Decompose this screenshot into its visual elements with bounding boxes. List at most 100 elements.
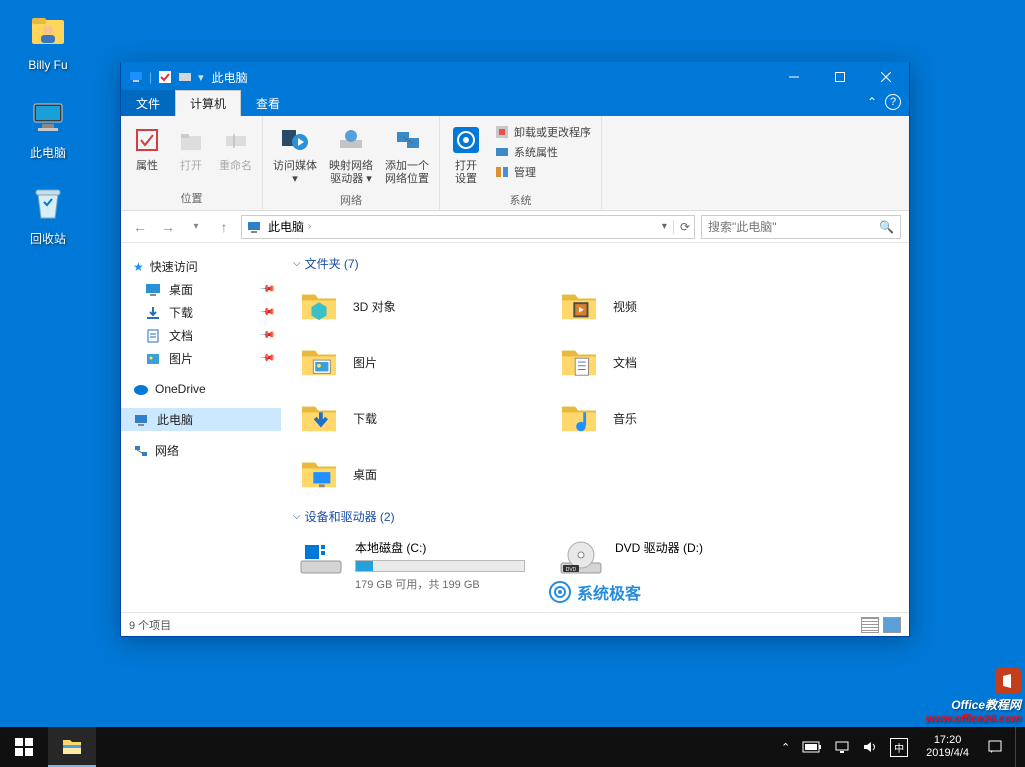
folders-header[interactable]: ⌵文件夹 (7) bbox=[293, 249, 897, 278]
qa-divider: | bbox=[149, 70, 152, 84]
ribbon-add-location[interactable]: 添加一个 网络位置 bbox=[379, 120, 435, 190]
tray-up-icon[interactable]: ⌃ bbox=[781, 741, 790, 754]
folder-videos[interactable]: 视频 bbox=[553, 282, 813, 330]
svg-text:DVD: DVD bbox=[566, 567, 577, 573]
back-button[interactable]: ← bbox=[129, 216, 151, 238]
watermark-icon bbox=[549, 581, 571, 603]
action-center-icon[interactable] bbox=[987, 739, 1003, 755]
search-icon[interactable]: 🔍 bbox=[879, 220, 894, 234]
folder-icon bbox=[557, 284, 601, 328]
taskbar-clock[interactable]: 17:20 2019/4/4 bbox=[920, 734, 975, 760]
ribbon-map-drive[interactable]: 映射网络 驱动器 ▾ bbox=[323, 120, 379, 190]
history-dropdown[interactable]: ▾ bbox=[185, 216, 207, 238]
up-button[interactable]: ↑ bbox=[213, 216, 235, 238]
desktop-icon-recycle-bin[interactable]: 回收站 bbox=[10, 178, 86, 247]
minimize-button[interactable] bbox=[771, 62, 817, 92]
ribbon-group-location: 位置 bbox=[125, 188, 258, 208]
content-area: ⌵文件夹 (7) 3D 对象 视频 图片 文档 下载 音乐 桌面 ⌵设备和驱动器… bbox=[281, 243, 909, 612]
folder-icon bbox=[297, 396, 341, 440]
ribbon-media[interactable]: 访问媒体▾ bbox=[267, 120, 323, 190]
ribbon-properties[interactable]: 属性 bbox=[125, 120, 169, 177]
checkbox-icon[interactable] bbox=[158, 70, 172, 84]
sidebar-item-desktop[interactable]: 桌面📌 bbox=[121, 278, 281, 301]
sys-properties-icon bbox=[494, 144, 510, 160]
desktop-icon-label: 回收站 bbox=[30, 232, 66, 246]
close-button[interactable] bbox=[863, 62, 909, 92]
folder-3d-objects[interactable]: 3D 对象 bbox=[293, 282, 553, 330]
tab-view[interactable]: 查看 bbox=[241, 90, 295, 116]
sidebar-quick-access[interactable]: ★ 快速访问 bbox=[121, 255, 281, 278]
drive-subtext: 179 GB 可用，共 199 GB bbox=[355, 576, 549, 592]
folder-icon bbox=[297, 284, 341, 328]
sidebar-this-pc[interactable]: 此电脑 bbox=[121, 408, 281, 431]
battery-icon[interactable] bbox=[802, 741, 822, 753]
folder-downloads[interactable]: 下载 bbox=[293, 394, 553, 442]
ribbon-sys-properties[interactable]: 系统属性 bbox=[490, 142, 595, 162]
chevron-down-icon: ⌵ bbox=[293, 511, 301, 522]
tab-file[interactable]: 文件 bbox=[121, 90, 175, 116]
ribbon-uninstall[interactable]: 卸载或更改程序 bbox=[490, 122, 595, 142]
address-bar[interactable]: 此电脑 › ▾ ⟳ bbox=[241, 215, 695, 239]
sidebar-item-pictures[interactable]: 图片📌 bbox=[121, 347, 281, 370]
drive-c[interactable]: 本地磁盘 (C:) 179 GB 可用，共 199 GB bbox=[293, 535, 553, 596]
system-tray: ⌃ 中 17:20 2019/4/4 bbox=[777, 727, 1025, 767]
ribbon-open-settings[interactable]: 打开 设置 bbox=[444, 120, 488, 190]
folder-documents[interactable]: 文档 bbox=[553, 338, 813, 386]
help-icon[interactable]: ? bbox=[885, 94, 901, 110]
view-large-icon[interactable] bbox=[883, 617, 901, 633]
folder-icon bbox=[297, 452, 341, 496]
ribbon-manage[interactable]: 管理 bbox=[490, 162, 595, 182]
folder-pictures[interactable]: 图片 bbox=[293, 338, 553, 386]
pin-icon: 📌 bbox=[258, 350, 275, 367]
status-item-count: 9 个项目 bbox=[129, 617, 171, 633]
ribbon-group-system: 系统 bbox=[444, 190, 597, 210]
dvd-icon: DVD bbox=[557, 539, 605, 579]
desktop-icon-this-pc[interactable]: 此电脑 bbox=[10, 92, 86, 161]
desktop-icon-user[interactable]: Billy Fu bbox=[10, 6, 86, 72]
folder-icon bbox=[557, 340, 601, 384]
volume-icon[interactable] bbox=[862, 740, 878, 754]
desktop-icon-label: 此电脑 bbox=[30, 146, 66, 160]
network-small-icon bbox=[133, 443, 149, 459]
forward-button[interactable]: → bbox=[157, 216, 179, 238]
address-dropdown-icon[interactable]: ▾ bbox=[662, 221, 667, 232]
folder-icon bbox=[557, 396, 601, 440]
document-small-icon bbox=[145, 328, 161, 344]
collapse-ribbon-icon[interactable]: ⌃ bbox=[867, 95, 877, 109]
desktop-small-icon bbox=[145, 282, 161, 298]
sidebar-onedrive[interactable]: OneDrive bbox=[121, 378, 281, 400]
refresh-icon[interactable]: ⟳ bbox=[673, 220, 690, 234]
drives-header[interactable]: ⌵设备和驱动器 (2) bbox=[293, 502, 897, 531]
titlebar[interactable]: | ▾ 此电脑 bbox=[121, 62, 909, 92]
disk-icon[interactable] bbox=[178, 70, 192, 84]
drive-label: 本地磁盘 (C:) bbox=[355, 539, 549, 556]
tab-computer[interactable]: 计算机 bbox=[175, 90, 241, 116]
statusbar: 9 个项目 bbox=[121, 612, 909, 636]
maximize-button[interactable] bbox=[817, 62, 863, 92]
network-icon[interactable] bbox=[834, 740, 850, 754]
ime-icon[interactable]: 中 bbox=[890, 738, 908, 757]
sidebar-network[interactable]: 网络 bbox=[121, 439, 281, 462]
sidebar-item-downloads[interactable]: 下载📌 bbox=[121, 301, 281, 324]
properties-icon bbox=[131, 124, 163, 156]
manage-icon bbox=[494, 164, 510, 180]
rename-icon bbox=[220, 124, 252, 156]
star-icon: ★ bbox=[133, 260, 144, 274]
view-details-icon[interactable] bbox=[861, 617, 879, 633]
taskbar-explorer[interactable] bbox=[48, 727, 96, 767]
show-desktop-button[interactable] bbox=[1015, 727, 1021, 767]
sidebar-item-documents[interactable]: 文档📌 bbox=[121, 324, 281, 347]
ribbon-rename: 重命名 bbox=[213, 120, 258, 177]
drive-label: DVD 驱动器 (D:) bbox=[615, 539, 809, 556]
settings-icon bbox=[450, 124, 482, 156]
start-button[interactable] bbox=[0, 727, 48, 767]
sidebar: ★ 快速访问 桌面📌 下载📌 文档📌 图片📌 OneDrive 此电脑 网络 bbox=[121, 243, 281, 612]
folder-desktop[interactable]: 桌面 bbox=[293, 450, 553, 498]
search-box[interactable]: 🔍 bbox=[701, 215, 901, 239]
ribbon-open: 打开 bbox=[169, 120, 213, 177]
qa-dropdown-icon[interactable]: ▾ bbox=[198, 71, 204, 84]
search-input[interactable] bbox=[708, 220, 879, 234]
breadcrumb[interactable]: 此电脑 › bbox=[268, 218, 311, 235]
explorer-icon bbox=[61, 736, 83, 756]
folder-music[interactable]: 音乐 bbox=[553, 394, 813, 442]
